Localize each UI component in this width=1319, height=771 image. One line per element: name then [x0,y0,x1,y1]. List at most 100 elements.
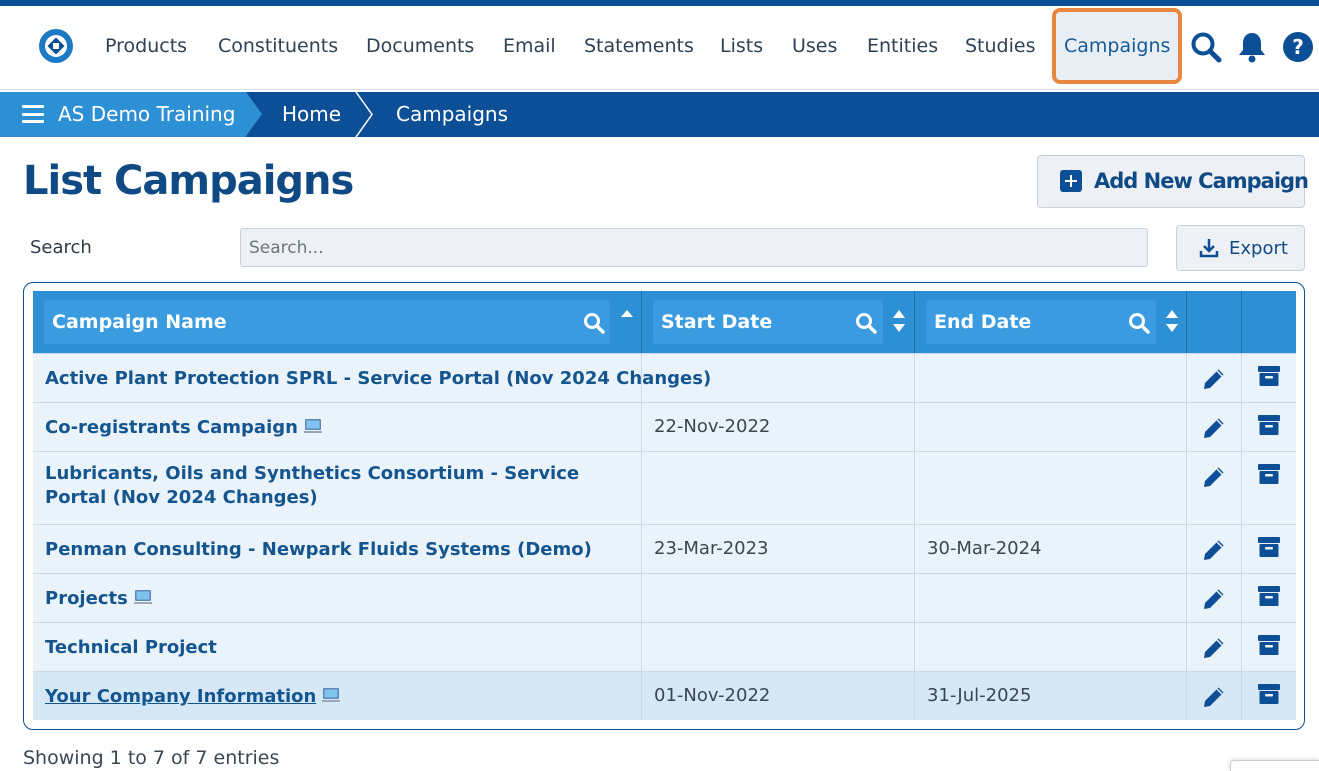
column-header-campaign-name[interactable]: Campaign Name [33,291,642,353]
table-info: Showing 1 to 7 of 7 entries [23,747,280,769]
edit-pencil-icon[interactable] [1201,635,1227,661]
column-header-archive [1242,291,1296,353]
campaign-name-link[interactable]: Penman Consulting - Newpark Fluids Syste… [45,538,592,562]
download-icon [1199,239,1219,258]
computer-icon [133,590,152,604]
end-date-text: 30-Mar-2024 [927,538,1042,559]
cell-start-date [642,623,915,671]
column-label: End Date [934,311,1032,333]
edit-pencil-icon[interactable] [1201,366,1227,392]
campaign-name-text: Active Plant Protection SPRL - Service P… [45,368,712,389]
breadcrumb-org-selector[interactable]: AS Demo Training [0,92,246,137]
table-row[interactable]: Lubricants, Oils and Synthetics Consorti… [33,451,1296,524]
nav-studies[interactable]: Studies [965,32,1035,60]
table-row[interactable]: Co-registrants Campaign 22-Nov-2022 [33,402,1296,451]
hamburger-menu-icon[interactable] [22,105,44,123]
sort-both-icon[interactable] [891,309,907,333]
help-icon[interactable]: ? [1281,30,1315,64]
sort-ascending-icon[interactable] [619,307,635,331]
archive-box-icon[interactable] [1256,461,1282,487]
nav-statements[interactable]: Statements [584,32,694,60]
nav-documents[interactable]: Documents [366,32,474,60]
export-button[interactable]: Export [1176,225,1305,271]
cell-archive [1242,354,1296,402]
column-label: Campaign Name [52,311,227,333]
campaign-name-text: Co-registrants Campaign [45,417,298,438]
table-row[interactable]: Projects [33,573,1296,622]
archive-box-icon[interactable] [1256,363,1282,389]
archive-box-icon[interactable] [1256,681,1282,707]
app-logo-icon[interactable] [38,28,74,64]
breadcrumb-org[interactable]: AS Demo Training [58,102,235,126]
cell-end-date [915,452,1187,524]
column-search-icon[interactable] [855,312,877,334]
table-row[interactable]: Technical Project [33,622,1296,671]
campaigns-table: Campaign Name Start Date End Date Active… [23,282,1305,730]
bell-icon[interactable] [1235,30,1269,64]
edit-pencil-icon[interactable] [1201,464,1227,490]
campaign-name-link[interactable]: Your Company Information [45,685,341,709]
export-label: Export [1229,238,1288,259]
campaign-name-link[interactable]: Lubricants, Oils and Synthetics Consorti… [45,462,635,510]
cell-end-date [915,354,1187,402]
campaign-name-link[interactable]: Co-registrants Campaign [45,416,322,440]
search-icon[interactable] [1189,30,1223,64]
start-date-text: 23-Mar-2023 [654,538,769,559]
breadcrumb-home[interactable]: Home [282,102,341,126]
table-header: Campaign Name Start Date End Date [33,291,1296,353]
nav-entities[interactable]: Entities [867,32,938,60]
cell-start-date: 23-Mar-2023 [642,525,915,573]
cell-start-date: 01-Nov-2022 [642,672,915,720]
nav-constituents[interactable]: Constituents [218,32,338,60]
add-new-campaign-label: Add New Campaign [1094,169,1309,193]
cell-start-date [642,452,915,524]
edit-pencil-icon[interactable] [1201,537,1227,563]
campaign-name-text: Your Company Information [45,686,317,707]
cell-campaign-name: Active Plant Protection SPRL - Service P… [33,354,711,402]
cell-edit [1187,452,1242,524]
breadcrumb-chevron-icon [355,92,373,137]
archive-box-icon[interactable] [1256,583,1282,609]
breadcrumb-arrow [246,92,262,136]
cell-edit [1187,525,1242,573]
campaign-name-link[interactable]: Technical Project [45,636,217,660]
cell-edit [1187,403,1242,451]
table-row[interactable]: Active Plant Protection SPRL - Service P… [33,353,1296,402]
search-input[interactable] [240,228,1148,267]
column-header-edit [1187,291,1242,353]
edit-pencil-icon[interactable] [1201,415,1227,441]
campaign-name-link[interactable]: Active Plant Protection SPRL - Service P… [45,367,711,391]
cell-campaign-name: Your Company Information [33,672,642,720]
cell-campaign-name: Co-registrants Campaign [33,403,642,451]
nav-campaigns[interactable]: Campaigns [1052,8,1183,84]
nav-email[interactable]: Email [503,32,556,60]
table-row[interactable]: Penman Consulting - Newpark Fluids Syste… [33,524,1296,573]
add-new-campaign-button[interactable]: Add New Campaign [1037,155,1309,208]
campaign-name-text: Penman Consulting - Newpark Fluids Syste… [45,539,592,560]
cell-campaign-name: Technical Project [33,623,642,671]
campaign-name-link[interactable]: Projects [45,587,152,611]
archive-box-icon[interactable] [1256,412,1282,438]
svg-text:?: ? [1292,35,1304,59]
cell-edit [1187,354,1242,402]
start-date-text: 01-Nov-2022 [654,685,771,706]
cell-start-date: 22-Nov-2022 [642,403,915,451]
top-navigation: Products Constituents Documents Email St… [0,6,1319,90]
table-row[interactable]: Your Company Information 01-Nov-2022 31-Ju… [33,671,1296,720]
edit-pencil-icon[interactable] [1201,684,1227,710]
column-header-start-date[interactable]: Start Date [642,291,915,353]
column-search-icon[interactable] [583,312,605,334]
edit-pencil-icon[interactable] [1201,586,1227,612]
cell-campaign-name: Lubricants, Oils and Synthetics Consorti… [33,452,642,524]
column-header-end-date[interactable]: End Date [915,291,1187,353]
archive-box-icon[interactable] [1256,534,1282,560]
nav-lists[interactable]: Lists [720,32,763,60]
cell-end-date [915,403,1187,451]
sort-both-icon[interactable] [1164,309,1180,333]
column-search-icon[interactable] [1128,312,1150,334]
archive-box-icon[interactable] [1256,632,1282,658]
nav-uses[interactable]: Uses [792,32,837,60]
nav-products[interactable]: Products [105,32,187,60]
cell-archive [1242,525,1296,573]
cell-start-date [642,574,915,622]
